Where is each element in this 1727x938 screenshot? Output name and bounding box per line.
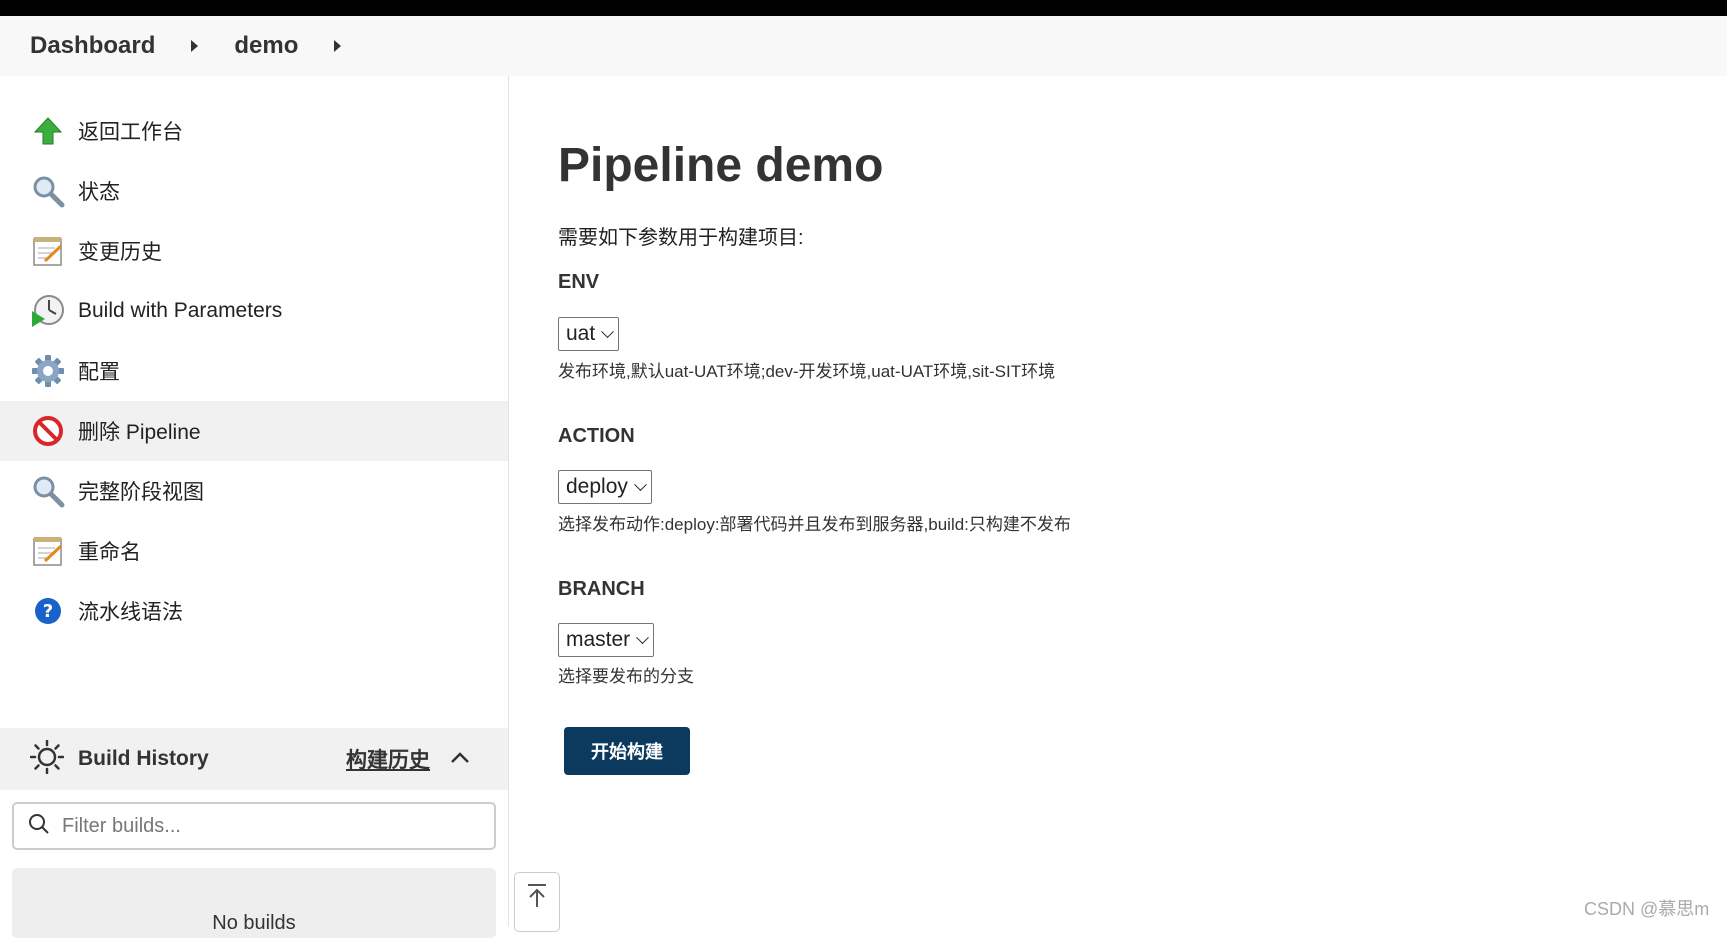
sidebar: 返回工作台 状态 变更历史 Build with Parameters 配置 删… [0, 76, 509, 938]
no-entry-icon [30, 413, 66, 449]
task-label: 流水线语法 [78, 601, 183, 624]
page-title: Pipeline demo [558, 139, 884, 192]
magnifier-icon [30, 473, 66, 509]
no-builds-text: No builds [212, 912, 296, 934]
notepad-icon [30, 233, 66, 269]
breadcrumb-dashboard[interactable]: Dashboard [30, 32, 155, 60]
action-select[interactable]: deploy [558, 470, 652, 504]
filter-builds-field [12, 802, 496, 850]
param-name-action: ACTION [558, 425, 635, 447]
arrow-to-top-icon [526, 883, 548, 931]
svg-text:?: ? [43, 601, 53, 622]
task-label: 重命名 [78, 541, 141, 564]
chevron-down-icon [601, 324, 615, 338]
magnifier-icon [30, 173, 66, 209]
param-description-branch: 选择要发布的分支 [558, 667, 694, 686]
scroll-to-top-button[interactable] [514, 872, 560, 932]
chevron-down-icon [634, 477, 647, 491]
task-delete-pipeline[interactable]: 删除 Pipeline [0, 401, 508, 461]
up-arrow-icon [30, 113, 66, 149]
breadcrumb-demo[interactable]: demo [234, 32, 298, 60]
task-full-stage-view[interactable]: 完整阶段视图 [0, 461, 508, 521]
branch-select-value: master [566, 628, 631, 651]
task-status[interactable]: 状态 [0, 161, 508, 221]
param-name-env: ENV [558, 271, 600, 293]
param-description-action: 选择发布动作:deploy:部署代码并且发布到服务器,build:只构建不发布 [558, 515, 1071, 534]
gear-icon [30, 353, 66, 389]
search-icon [28, 813, 50, 840]
env-select-value: uat [566, 322, 596, 345]
build-history-link[interactable]: 构建历史 [346, 744, 430, 774]
task-label: 返回工作台 [78, 121, 183, 144]
chevron-up-icon[interactable] [450, 750, 470, 769]
chevron-down-icon [636, 630, 650, 644]
task-label: 删除 Pipeline [78, 421, 201, 444]
task-pipeline-syntax[interactable]: ? 流水线语法 [0, 581, 508, 641]
task-label: 变更历史 [78, 241, 162, 264]
task-configure[interactable]: 配置 [0, 341, 508, 401]
task-label: Build with Parameters [78, 299, 283, 322]
breadcrumb-separator-icon[interactable] [334, 40, 342, 52]
start-build-button[interactable]: 开始构建 [564, 727, 690, 775]
watermark: CSDN @慕思m [1584, 899, 1710, 919]
clock-play-icon [30, 293, 66, 329]
breadcrumb-separator-icon[interactable] [191, 40, 199, 52]
task-label: 完整阶段视图 [78, 481, 204, 504]
notepad-icon [30, 533, 66, 569]
parameters-intro: 需要如下参数用于构建项目: [558, 227, 804, 249]
help-icon: ? [30, 593, 66, 629]
param-name-branch: BRANCH [558, 578, 645, 600]
task-label: 状态 [78, 181, 120, 204]
task-back-to-dashboard[interactable]: 返回工作台 [0, 101, 508, 161]
task-label: 配置 [78, 361, 120, 384]
branch-select[interactable]: master [558, 623, 655, 657]
no-builds-panel: No builds [12, 868, 496, 938]
build-history-header: Build History 构建历史 [0, 728, 508, 790]
task-build-with-parameters[interactable]: Build with Parameters [0, 281, 508, 341]
main-content: Pipeline demo 需要如下参数用于构建项目: ENV uat 发布环境… [558, 76, 1718, 926]
task-rename[interactable]: 重命名 [0, 521, 508, 581]
build-history-sun-icon [29, 739, 65, 779]
filter-builds-input[interactable] [60, 813, 464, 839]
task-changes[interactable]: 变更历史 [0, 221, 508, 281]
action-select-value: deploy [566, 475, 628, 498]
top-bar [0, 0, 1727, 16]
param-description-env: 发布环境,默认uat-UAT环境;dev-开发环境,uat-UAT环境,sit-… [558, 362, 1056, 381]
build-history-title: Build History [78, 747, 209, 770]
breadcrumb: Dashboard demo [0, 16, 1727, 76]
env-select[interactable]: uat [558, 317, 620, 351]
